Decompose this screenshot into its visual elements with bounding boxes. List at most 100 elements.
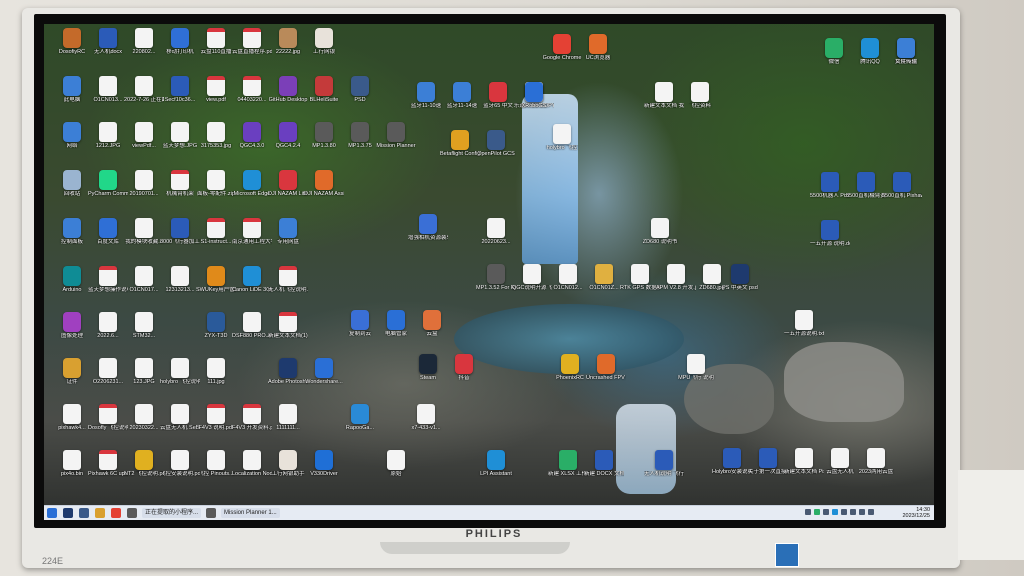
desktop-icon[interactable]: 机械臂机架 [160,170,200,197]
desktop-icon[interactable]: GitHub Desktop [268,76,308,103]
desktop-icon[interactable]: Adobe Photoshop... [268,358,308,385]
desktop-icon[interactable]: Wondershare... [304,358,344,385]
desktop-icon[interactable]: 新建文本文档 我的 [644,82,684,109]
desktop-icon[interactable]: 一五开源说明.txt [784,310,824,337]
desktop-icon[interactable]: 飞控安装说明.pdf [160,450,200,477]
desktop-icon[interactable]: holybro 飞控 [542,124,582,151]
desktop-icon[interactable]: 蓝牙11-14速 [442,82,482,109]
desktop-icon[interactable]: 飞控资料 [680,82,720,109]
desktop-icon[interactable]: 增强相机资源装软件 [408,214,448,241]
desktop-icon[interactable]: Dosofly 飞控说明 [88,404,128,431]
desktop-icon[interactable]: 新建 DOCX 文档 [584,450,624,477]
network-icon[interactable] [850,509,856,515]
desktop-icon[interactable]: 蓝天梦想.JPG [160,122,200,149]
desktop-icon[interactable]: 工行网银 [304,28,344,55]
desktop-icon[interactable]: O1CN012... [548,264,588,291]
desktop-icon[interactable]: 回收站 [52,170,92,197]
desktop-icon[interactable]: Arduino [52,266,92,293]
desktop-icon[interactable]: DJI NAZAM Lite Assist... [268,170,308,197]
desktop-icon[interactable]: LPI Assistant [476,450,516,477]
desktop-icon[interactable]: 飞控 Pinouts... [196,450,236,477]
desktop-icon[interactable]: QGC4.3.0 [232,122,272,149]
volume-icon[interactable] [859,509,865,515]
desktop-icon[interactable]: 工行网银助手 [268,450,308,477]
desktop-icon[interactable]: 12313213... [160,266,200,293]
desktop-icon[interactable]: SWUKey用户管理工具 [196,266,236,293]
desktop-icon[interactable]: 云盘直播程序.pdf [232,28,272,55]
desktop-icon[interactable]: Mission Planner [376,122,416,149]
desktop-icon[interactable]: 网络 [52,122,92,149]
desktop-icon[interactable]: PSD [340,76,380,103]
desktop-icon[interactable]: 220802... [124,28,164,55]
desktop-icon[interactable]: 移动打印机 [160,28,200,55]
desktop-icon[interactable]: 云盘110直播 [196,28,236,55]
desktop-icon[interactable]: RTK GPS 数据测试 [620,264,660,291]
ime-icon[interactable] [868,509,874,515]
desktop-icon[interactable]: Microsoft Edge [232,170,272,197]
desktop-icon[interactable]: 此电脑 [52,76,92,103]
mission-planner-icon[interactable] [206,508,217,518]
desktop-icon[interactable]: 文件传输 [886,38,926,65]
desktop-icon[interactable]: 无人机docx [88,28,128,55]
desktop-icon[interactable]: Steam [408,354,448,381]
desktop-icon[interactable]: QGC4.2.4 [268,122,308,149]
desktop-icon[interactable]: 无人机说明 飞行说明 [644,450,684,477]
desktop-icon[interactable]: 原始 [376,450,416,477]
desktop-icon[interactable]: pixhawk4... [52,404,92,431]
desktop-icon[interactable]: V330Driver [304,450,344,477]
desktop-icon[interactable]: MP1.3.75 [340,122,380,149]
desktop-icon[interactable]: NT2 飞控说明.pdf [124,450,164,477]
desktop-icon[interactable]: 云盘无人机 [820,448,860,475]
desktop-icon[interactable]: 20190701... [124,170,164,197]
windows-start-icon[interactable] [47,508,57,518]
desktop-icon[interactable]: 控制面板 [52,218,92,245]
desktop-icon[interactable]: O1CN013... [88,76,128,103]
desktop-icon[interactable]: 5500机器人 Pixhawk [810,172,850,199]
desktop-icon[interactable]: viewPdf... [124,122,164,149]
qq-tray-icon[interactable] [832,509,838,515]
desktop-icon[interactable]: 云盒 [412,310,452,337]
desktop-icon[interactable]: 百度文库 [88,218,128,245]
desktop-icon[interactable]: O1CN01Z... [584,264,624,291]
desktop-icon[interactable]: 腾讯QQ [850,38,890,65]
desktop-icon[interactable]: 20230322... [124,404,164,431]
desktop-icon[interactable]: 我的模块收藏... [124,218,164,245]
desktop-icon[interactable]: pix4o.bin [52,450,92,477]
desktop-icon[interactable]: 20220623... [476,218,516,245]
desktop-icon[interactable]: UC浏览器 [578,34,618,61]
desktop-icon[interactable]: 蓝牙65 中文 [478,82,518,109]
desktop-icon[interactable]: 电脑管家 [376,310,416,337]
tray-icon[interactable] [823,509,829,515]
desktop-icon[interactable]: Secf10c36... [160,76,200,103]
desktop-icon[interactable]: QGC说明开源飞行.jpg [512,264,552,291]
desktop-icon[interactable]: DSF880 PRO.JPG [232,312,272,339]
desktop-icon[interactable]: F4V3 说明.pdf [196,404,236,431]
desktop-icon[interactable]: Holybro安装说明(合集) [712,448,752,475]
desktop-icon[interactable]: 22222.jpg [268,28,308,55]
desktop-icon[interactable]: 图像处理 [52,312,92,339]
desktop-icon[interactable]: PyCharm Community... [88,170,128,197]
desktop-icon[interactable]: OpenPilot GCS [476,130,516,157]
desktop-icon[interactable]: 新建文本文档 Pixhawk... [784,448,824,475]
desktop-icon[interactable]: 5500直机械臂资料 [846,172,886,199]
chrome-taskbar-icon[interactable] [111,508,121,518]
desktop-icon[interactable]: RapooGa... [340,404,380,431]
desktop-icon[interactable]: Localization Nodes... [232,450,272,477]
desktop-icon[interactable]: 2022-7-26 正在翻译... [124,76,164,103]
desktop-icon[interactable]: XRoboGS [514,82,554,109]
photoshop-taskbar-icon[interactable] [63,508,73,518]
folder-taskbar-icon[interactable] [95,508,105,518]
desktop-icon[interactable]: Google Chrome [542,34,582,61]
desktop-icon[interactable]: 3175353.jpg [196,122,236,149]
desktop-icon[interactable]: 新建文本文档(1).pdf [268,312,308,339]
desktop-icon[interactable]: 5500直机 Pixhawk4... [882,172,922,199]
desktop-icon[interactable]: Canon LiDE 300 OnLine... [232,266,272,293]
desktop-icon[interactable]: 南京通用工程大学.pdf [232,218,272,245]
desktop-icon[interactable]: Betaflight Configura... [440,130,480,157]
desktop-icon[interactable]: PhoenixRC [550,354,590,381]
desktop-icon[interactable]: 2022.6... [88,312,128,339]
desktop-icon[interactable]: 一五开源 说明.docx [810,220,850,247]
desktop-icon[interactable]: 云盘无人机 SeBase.pdf [160,404,200,431]
clock[interactable]: 14:30 2023/12/25 [902,507,930,519]
desktop-icon[interactable]: x7-433-v1... [406,404,446,431]
